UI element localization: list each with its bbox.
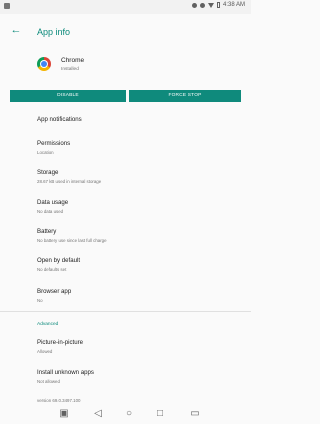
- setting-title: App notifications: [37, 116, 82, 123]
- setting-title: Data usage: [37, 199, 69, 206]
- setting-title: Storage: [37, 169, 59, 176]
- setting-title: Picture-in-picture: [37, 339, 84, 346]
- setting-title: Install unknown apps: [37, 369, 94, 376]
- section-divider: [0, 311, 251, 312]
- setting-title: Permissions: [37, 140, 71, 147]
- navigation-bar: ▣ ◁ ○ □ ▭: [0, 404, 251, 424]
- setting-subtitle: Allowed: [37, 349, 53, 354]
- setting-subtitle: No defaults set: [37, 267, 67, 272]
- do-not-disturb-icon: [199, 2, 205, 8]
- setting-item-install-unknown-apps[interactable]: Install unknown apps Not allowed: [37, 369, 237, 384]
- setting-item-open-by-default[interactable]: Open by default No defaults set: [37, 257, 237, 272]
- setting-subtitle: No data used: [37, 209, 64, 214]
- setting-title: Browser app: [37, 288, 72, 295]
- battery-icon: [216, 2, 220, 8]
- bluetooth-icon: [191, 2, 197, 8]
- setting-subtitle: No: [37, 298, 43, 303]
- home-icon[interactable]: ○: [124, 409, 134, 419]
- app-name: Chrome: [61, 57, 85, 64]
- setting-title: Open by default: [37, 257, 81, 264]
- page-title: App info: [37, 27, 71, 37]
- advanced-section-label: Advanced: [37, 322, 59, 327]
- wifi-icon: [207, 2, 214, 8]
- setting-subtitle: Location: [37, 150, 54, 155]
- setting-item-app-notifications[interactable]: App notifications: [37, 116, 237, 123]
- app-bar: ← App info: [0, 14, 251, 50]
- app-header: Chrome Installed: [0, 51, 251, 83]
- rotate-icon[interactable]: ▭: [190, 409, 200, 419]
- setting-subtitle: Not allowed: [37, 379, 60, 384]
- setting-subtitle: No battery use since last full charge: [37, 238, 107, 243]
- arrow-back-icon[interactable]: ←: [10, 24, 22, 36]
- setting-item-browser-app[interactable]: Browser app No: [37, 288, 237, 303]
- status-time: 4:38 AM: [222, 2, 245, 8]
- notification-icon: [4, 3, 10, 9]
- setting-item-battery[interactable]: Battery No battery use since last full c…: [37, 228, 237, 243]
- setting-item-storage[interactable]: Storage 28.67 kB used in internal storag…: [37, 169, 237, 184]
- status-bar: 4:38 AM: [0, 0, 251, 14]
- setting-subtitle: 28.67 kB used in internal storage: [37, 179, 102, 184]
- setting-item-data-usage[interactable]: Data usage No data used: [37, 199, 237, 214]
- overview-icon[interactable]: □: [155, 409, 165, 419]
- status-icons: 4:38 AM: [191, 2, 245, 8]
- back-icon[interactable]: ◁: [93, 409, 103, 419]
- version-text: version 69.0.3497.100: [37, 398, 81, 403]
- setting-item-permissions[interactable]: Permissions Location: [37, 140, 237, 155]
- disable-button[interactable]: DISABLE: [10, 90, 126, 102]
- setting-item-picture-in-picture[interactable]: Picture-in-picture Allowed: [37, 339, 237, 354]
- force-stop-button[interactable]: FORCE STOP: [129, 90, 241, 102]
- setting-title: Battery: [37, 228, 57, 235]
- app-status: Installed: [61, 67, 79, 72]
- chrome-icon: [37, 57, 51, 71]
- recent-apps-icon[interactable]: ▣: [59, 409, 69, 419]
